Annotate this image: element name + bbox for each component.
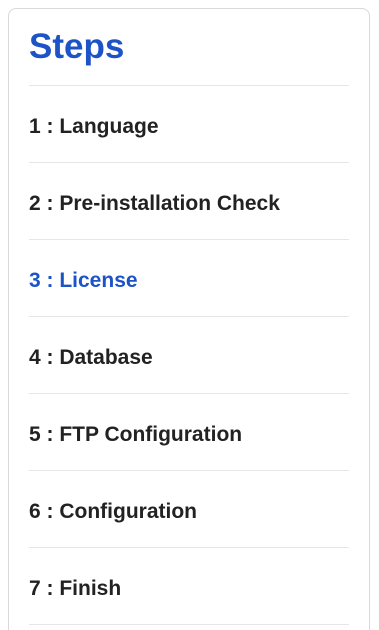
steps-panel: Steps 1 : Language 2 : Pre-installation … [8, 8, 370, 630]
step-item-database[interactable]: 4 : Database [29, 317, 349, 394]
step-item-pre-installation-check[interactable]: 2 : Pre-installation Check [29, 163, 349, 240]
step-item-configuration[interactable]: 6 : Configuration [29, 471, 349, 548]
step-item-language[interactable]: 1 : Language [29, 86, 349, 163]
step-item-license[interactable]: 3 : License [29, 240, 349, 317]
step-item-ftp-configuration[interactable]: 5 : FTP Configuration [29, 394, 349, 471]
step-list: 1 : Language 2 : Pre-installation Check … [29, 86, 349, 625]
steps-title: Steps [29, 27, 125, 66]
step-item-finish[interactable]: 7 : Finish [29, 548, 349, 625]
